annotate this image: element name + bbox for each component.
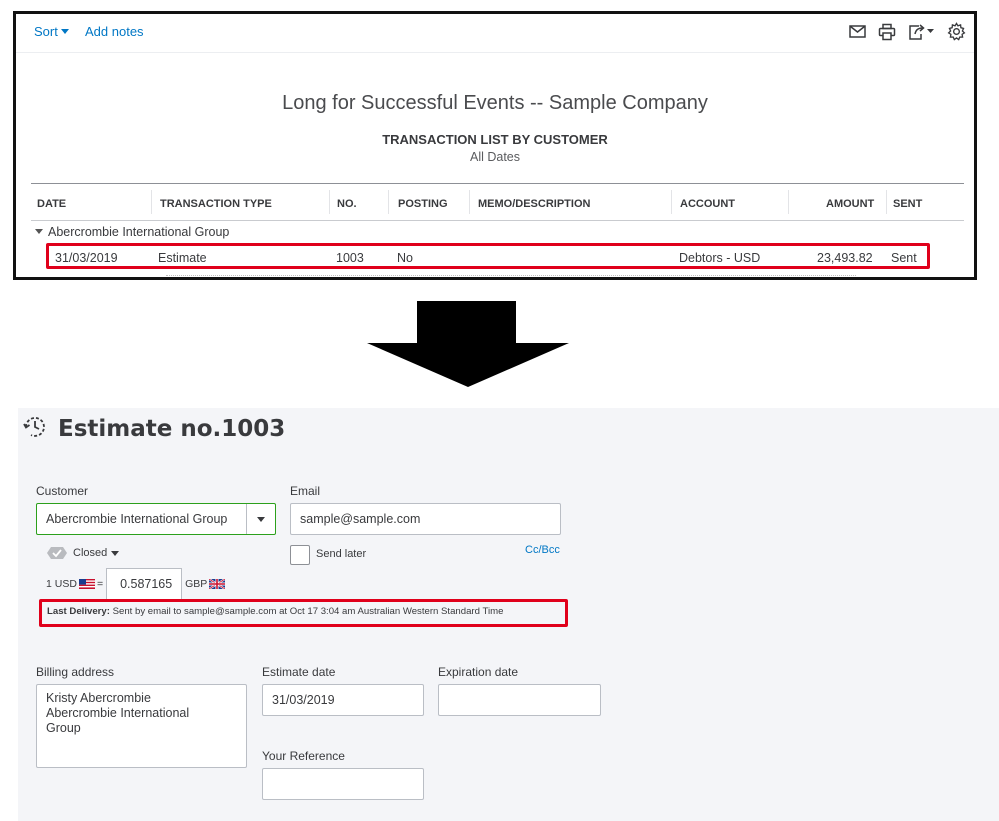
- base-currency-label: 1 USD: [46, 578, 77, 590]
- column-header-date[interactable]: DATE: [37, 198, 66, 210]
- last-delivery-label: Last Delivery:: [47, 606, 110, 617]
- transaction-report-panel: Sort Add notes Long for Successful Event…: [13, 11, 977, 280]
- settings-icon[interactable]: [947, 22, 966, 41]
- your-reference-field[interactable]: [262, 768, 424, 800]
- exchange-rate-input[interactable]: 0.587165: [106, 568, 183, 600]
- chevron-down-icon[interactable]: [246, 504, 275, 534]
- us-flag-icon: [78, 579, 95, 589]
- column-divider: [329, 190, 330, 214]
- cell-posting: No: [397, 251, 413, 265]
- exchange-rate-row: 1 USD = 0.587165 GBP: [46, 568, 227, 600]
- company-name: Long for Successful Events -- Sample Com…: [282, 92, 708, 114]
- report-title: TRANSACTION LIST BY CUSTOMER: [382, 132, 608, 147]
- your-reference-label: Your Reference: [262, 749, 345, 763]
- export-icon[interactable]: [908, 23, 935, 41]
- billing-address-line: Group: [46, 721, 81, 735]
- chevron-down-icon: [60, 29, 69, 34]
- report-actions: [849, 22, 966, 41]
- cell-sent: Sent: [891, 251, 917, 265]
- last-delivery-text: Sent by email to sample@sample.com at Oc…: [112, 606, 504, 617]
- check-badge-icon: [47, 547, 67, 559]
- billing-address-label: Billing address: [36, 665, 115, 679]
- column-header-posting[interactable]: POSTING: [398, 198, 448, 210]
- column-divider: [886, 190, 887, 214]
- cell-amount: 23,493.82: [817, 251, 873, 265]
- customer-label: Customer: [36, 484, 89, 498]
- column-header-transaction-type[interactable]: TRANSACTION TYPE: [160, 198, 272, 210]
- cell-account: Debtors - USD: [679, 251, 761, 265]
- chevron-down-icon: [111, 550, 120, 556]
- column-header-amount[interactable]: AMOUNT: [826, 198, 874, 210]
- report-date-range: All Dates: [469, 150, 521, 164]
- column-divider: [388, 190, 389, 214]
- column-header-sent[interactable]: SENT: [893, 198, 922, 210]
- email-value: sample@sample.com: [300, 512, 421, 526]
- report-table-header: DATE TRANSACTION TYPE NO. POSTING MEMO/D…: [31, 183, 964, 221]
- uk-flag-icon: [209, 579, 226, 589]
- billing-address-line: Abercrombie International: [46, 706, 190, 720]
- column-header-no[interactable]: NO.: [337, 198, 357, 210]
- sort-button[interactable]: Sort: [34, 24, 69, 39]
- cell-date[interactable]: 31/03/2019: [55, 251, 118, 265]
- send-later-label: Send later: [316, 548, 367, 560]
- estimate-header: Estimate no.1003: [22, 414, 285, 444]
- expiration-date-label: Expiration date: [438, 665, 519, 679]
- sort-label: Sort: [34, 24, 58, 39]
- email-field[interactable]: sample@sample.com: [290, 503, 561, 535]
- email-icon[interactable]: [849, 25, 866, 38]
- exchange-rate-value: 0.587165: [120, 577, 173, 591]
- cell-no[interactable]: 1003: [336, 251, 364, 265]
- status-dropdown[interactable]: Closed: [46, 546, 120, 560]
- cc-bcc-link[interactable]: Cc/Bcc: [525, 544, 560, 556]
- expiration-date-field[interactable]: [438, 684, 601, 716]
- customer-group-row[interactable]: Abercrombie International Group: [35, 225, 229, 239]
- status-label: Closed: [73, 547, 108, 559]
- print-icon[interactable]: [878, 23, 896, 41]
- column-divider: [151, 190, 152, 214]
- last-delivery-notice: Last Delivery: Sent by email to sample@s…: [39, 599, 568, 627]
- history-icon[interactable]: [22, 414, 48, 444]
- report-toolbar: Sort Add notes: [16, 14, 974, 53]
- customer-group-name: Abercrombie International Group: [48, 225, 230, 239]
- column-header-account[interactable]: ACCOUNT: [680, 198, 735, 210]
- estimate-date-field[interactable]: 31/03/2019: [262, 684, 424, 716]
- send-later-checkbox[interactable]: [290, 545, 310, 565]
- column-divider: [469, 190, 470, 214]
- estimate-date-value: 31/03/2019: [272, 693, 335, 707]
- equals-sign: =: [96, 578, 104, 590]
- email-label: Email: [290, 484, 321, 498]
- column-divider: [671, 190, 672, 214]
- estimate-form-panel: Estimate no.1003 Customer Abercrombie In…: [18, 408, 999, 821]
- cell-transaction-type[interactable]: Estimate: [158, 251, 207, 265]
- estimate-title: Estimate no.1003: [58, 416, 286, 442]
- table-row-highlighted[interactable]: 31/03/2019 Estimate 1003 No Debtors - US…: [46, 243, 930, 269]
- column-divider: [788, 190, 789, 214]
- billing-address-field[interactable]: Kristy Abercrombie Abercrombie Internati…: [36, 684, 247, 768]
- collapse-icon[interactable]: [35, 229, 43, 234]
- down-arrow-icon: [367, 301, 569, 387]
- customer-select[interactable]: Abercrombie International Group: [36, 503, 276, 535]
- column-header-memo[interactable]: MEMO/DESCRIPTION: [478, 198, 590, 210]
- billing-address-line: Kristy Abercrombie: [46, 691, 151, 705]
- add-notes-button[interactable]: Add notes: [85, 24, 144, 39]
- next-row-cutoff: [166, 275, 856, 277]
- target-currency-label: GBP: [185, 578, 208, 590]
- customer-value: Abercrombie International Group: [46, 512, 228, 526]
- estimate-date-label: Estimate date: [262, 665, 336, 679]
